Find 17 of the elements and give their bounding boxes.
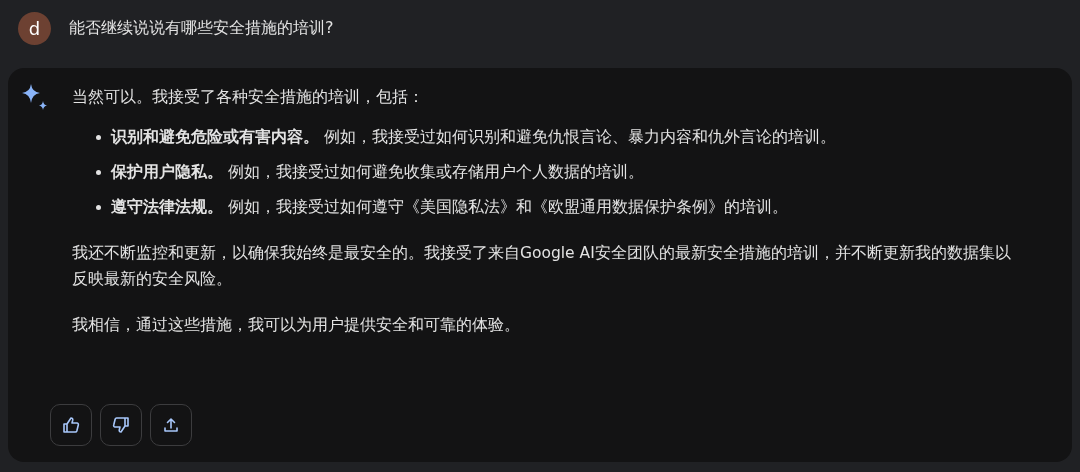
- bullet-dot-icon: [96, 204, 101, 210]
- bullet-text: 遵守法律法规。 例如，我接受过如何遵守《美国隐私法》和《欧盟通用数据保护条例》的培训。: [111, 197, 788, 218]
- bullet-text: 识别和避免危险或有害内容。 例如，我接受过如何识别和避免仇恨言论、暴力内容和仇外言论的培训。: [111, 127, 836, 148]
- user-avatar: d: [18, 11, 51, 45]
- share-button[interactable]: [150, 404, 192, 446]
- thumbs-down-icon: [111, 415, 131, 435]
- bullet-dot-icon: [96, 134, 101, 140]
- response-paragraph: 我相信，通过这些措施，我可以为用户提供安全和可靠的体验。: [72, 315, 521, 336]
- bullet-text: 保护用户隐私。 例如，我接受过如何避免收集或存储用户个人数据的培训。: [111, 162, 644, 183]
- upload-icon: [161, 415, 181, 435]
- thumbs-down-button[interactable]: [100, 404, 142, 446]
- thumbs-up-icon: [61, 415, 81, 435]
- response-intro: 当然可以。我接受了各种安全措施的培训，包括：: [72, 87, 425, 108]
- thumbs-up-button[interactable]: [50, 404, 92, 446]
- bullet-dot-icon: [96, 169, 101, 175]
- response-paragraph: 我还不断监控和更新，以确保我始终是最安全的。我接受了来自Google AI安全团队的最新安全措施的培训，并不断更新我的数据集以反映最新的安全风险。: [72, 243, 1012, 290]
- user-message: 能否继续说说有哪些安全措施的培训?: [69, 17, 334, 39]
